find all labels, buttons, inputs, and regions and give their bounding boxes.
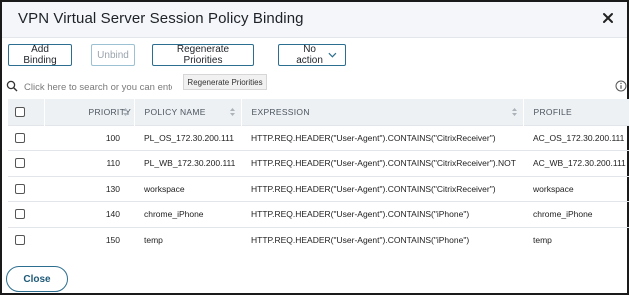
row-checkbox[interactable] [15,235,25,245]
table-row[interactable]: 150 temp HTTP.REQ.HEADER("User-Agent").C… [8,226,629,253]
policy-name-cell: temp [134,226,241,253]
regenerate-priorities-button[interactable]: Regenerate Priorities [152,44,254,66]
sort-icon [229,108,235,116]
priority-cell: 100 [44,124,134,151]
sort-icon [511,108,517,116]
row-checkbox[interactable] [15,158,25,169]
row-checkbox-cell [8,175,44,202]
expression-cell: HTTP.REQ.HEADER("User-Agent").CONTAINS("… [241,226,523,253]
row-checkbox-cell [8,124,44,151]
action-select[interactable]: No action [278,44,346,66]
expression-cell: HTTP.REQ.HEADER("User-Agent").CONTAINS("… [241,124,523,151]
table-row[interactable]: 110 PL_WB_172.30.200.111 HTTP.REQ.HEADER… [8,150,629,176]
expression-cell: HTTP.REQ.HEADER("User-Agent").CONTAINS("… [241,150,523,176]
profile-cell: AC_OS_172.30.200.111 [523,124,629,151]
row-checkbox-cell [8,150,44,176]
expression-cell: HTTP.REQ.HEADER("User-Agent").CONTAINS("… [241,201,523,227]
priority-cell: 140 [44,201,134,227]
row-checkbox-cell [8,201,44,227]
table-row[interactable]: 140 chrome_iPhone HTTP.REQ.HEADER("User-… [8,201,629,227]
policy-name-cell: chrome_iPhone [134,201,241,227]
column-header-policy-name[interactable]: POLICY NAME [134,99,242,125]
row-checkbox[interactable] [15,183,25,194]
table-row[interactable]: 130 workspace HTTP.REQ.HEADER("User-Agen… [8,175,629,202]
bindings-table: PRIORITY POLICY NAME EXPRESSION PROFILE … [8,99,629,253]
expression-cell: HTTP.REQ.HEADER("User-Agent").CONTAINS("… [241,175,523,202]
column-header-profile[interactable]: PROFILE [523,99,629,125]
column-header-priority[interactable]: PRIORITY [44,99,135,125]
chevron-down-icon [328,52,337,58]
policy-binding-dialog: VPN Virtual Server Session Policy Bindin… [0,0,629,295]
search-bar [4,76,629,98]
add-binding-button[interactable]: Add Binding [8,44,72,66]
profile-cell: workspace [523,175,629,202]
regenerate-tooltip: Regenerate Priorities [183,74,267,90]
column-header-expression[interactable]: EXPRESSION [241,99,524,125]
priority-cell: 150 [44,226,134,253]
priority-cell: 130 [44,175,134,202]
priority-cell: 110 [44,150,134,176]
profile-cell: AC_WB_172.30.200.111 [523,150,629,176]
row-checkbox[interactable] [15,209,25,220]
policy-name-cell: PL_OS_172.30.200.111 [134,124,241,151]
policy-name-cell: workspace [134,175,241,202]
policy-name-cell: PL_WB_172.30.200.111 [134,150,241,176]
profile-cell: chrome_iPhone [523,201,629,227]
profile-cell: temp [523,226,629,253]
select-all-checkbox[interactable] [15,106,25,117]
select-all-cell [8,99,45,125]
table-row[interactable]: 100 PL_OS_172.30.200.111 HTTP.REQ.HEADER… [8,124,629,151]
row-checkbox[interactable] [15,132,25,143]
close-button[interactable]: Close [6,266,68,292]
dialog-header: VPN Virtual Server Session Policy Bindin… [2,2,627,38]
info-icon[interactable] [615,80,627,92]
table-header-row: PRIORITY POLICY NAME EXPRESSION PROFILE [8,99,629,125]
unbind-button[interactable]: Unbind [91,44,135,66]
search-input[interactable] [24,79,172,95]
sort-icon [122,108,128,116]
action-select-value: No action [296,44,323,66]
dialog-title: VPN Virtual Server Session Policy Bindin… [18,10,304,27]
row-checkbox-cell [8,226,44,253]
search-icon [6,80,18,92]
close-icon[interactable] [601,11,615,25]
